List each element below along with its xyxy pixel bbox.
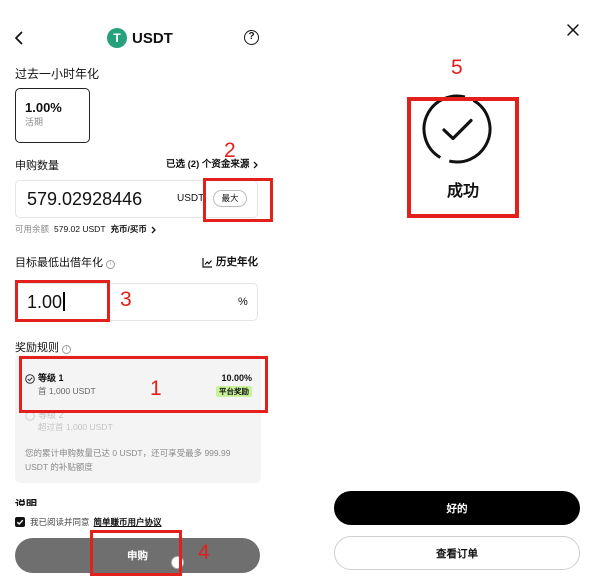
amount-unit: USDT <box>177 193 205 204</box>
chevron-left-icon <box>15 31 23 45</box>
agreement-text: 我已阅读并同意 <box>30 517 90 527</box>
explain-heading-clip: 说明 <box>15 499 75 506</box>
close-button[interactable] <box>565 22 581 38</box>
ok-button[interactable]: 好的 <box>334 491 580 525</box>
explain-heading: 说明 <box>15 499 37 506</box>
annotation-box-2 <box>203 178 273 222</box>
history-rate-label: 历史年化 <box>216 256 258 268</box>
available-value: 579.02 USDT <box>54 224 106 234</box>
annotation-number-4: 4 <box>198 541 210 564</box>
funding-sources-link[interactable]: 已选 (2) 个资金来源 <box>166 159 259 171</box>
annotation-box-3 <box>15 280 110 322</box>
amount-label: 申购数量 <box>15 160 59 172</box>
annotation-number-1: 1 <box>150 377 162 400</box>
tether-logo-icon: T <box>107 28 127 48</box>
close-icon <box>567 24 579 36</box>
rate-card[interactable]: 1.00% 活期 <box>15 88 90 143</box>
ok-button-label: 好的 <box>446 502 468 515</box>
target-label: 目标最低出借年化 <box>15 257 103 269</box>
subsidy-note: 您的累计申购数量已达 0 USDT，还可享受最多 999.99 USDT 的补贴… <box>25 446 257 474</box>
rate-value: 1.00% <box>25 100 62 115</box>
rewards-label-row: 奖励规则 i <box>15 342 71 355</box>
view-orders-button[interactable]: 查看订单 <box>334 536 580 570</box>
target-label-row: 目标最低出借年化 i <box>15 257 115 270</box>
available-row: 可用余额 579.02 USDT 充币/买币 <box>15 224 157 235</box>
page-title: USDT <box>132 30 173 47</box>
subsidy-note-line: 您的累计申购数量已达 0 USDT，还可享受最多 999.99 <box>25 448 231 458</box>
line-chart-icon <box>202 258 212 268</box>
subsidy-note-line: USDT 的补贴额度 <box>25 462 93 472</box>
deposit-link[interactable]: 充币/买币 <box>111 224 157 235</box>
agreement-row: 我已阅读并同意 简单赚币用户协议 <box>30 516 162 528</box>
tier-desc: 超过首 1,000 USDT <box>38 422 113 432</box>
help-circle-icon: ? <box>248 31 255 42</box>
funding-sources-label: 已选 (2) 个资金来源 <box>166 159 250 170</box>
info-icon[interactable]: i <box>62 345 71 354</box>
view-orders-button-label: 查看订单 <box>436 547 478 560</box>
deposit-label: 充币/买币 <box>110 224 147 234</box>
info-icon[interactable]: i <box>106 260 115 269</box>
agreement-checkbox[interactable] <box>15 517 25 527</box>
rate-label: 过去一小时年化 <box>15 67 100 81</box>
rewards-label: 奖励规则 <box>15 342 59 354</box>
available-label: 可用余额 <box>15 224 50 234</box>
history-rate-link[interactable]: 历史年化 <box>202 256 258 269</box>
checkbox-checked-icon <box>16 519 24 525</box>
chevron-right-icon <box>151 226 156 233</box>
annotation-number-2: 2 <box>224 139 236 162</box>
help-button[interactable]: ? <box>244 30 259 45</box>
logo-letter: T <box>113 31 121 45</box>
annotation-number-3: 3 <box>120 288 132 311</box>
annotation-box-1 <box>19 356 268 413</box>
user-agreement-link[interactable]: 简单赚币用户协议 <box>94 516 162 528</box>
annotation-box-5 <box>407 97 519 218</box>
target-rate-unit: % <box>238 296 248 308</box>
amount-value: 579.02928446 <box>27 189 143 209</box>
annotation-number-5: 5 <box>451 56 463 79</box>
annotation-box-4 <box>90 530 182 576</box>
back-button[interactable] <box>10 29 28 47</box>
chevron-right-icon <box>253 161 259 169</box>
rate-sub: 活期 <box>25 117 44 127</box>
